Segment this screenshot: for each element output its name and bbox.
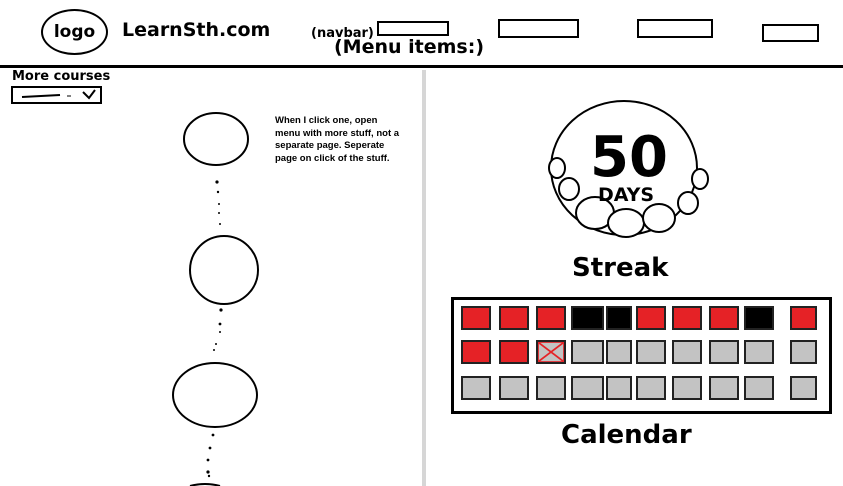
calendar-day[interactable]: [606, 376, 632, 400]
calendar-day[interactable]: [790, 340, 817, 364]
calendar-day-today[interactable]: [536, 340, 566, 364]
calendar-day[interactable]: [636, 376, 666, 400]
calendar-day[interactable]: [744, 306, 774, 330]
course-node-3[interactable]: [172, 362, 258, 428]
calendar-day[interactable]: [790, 306, 817, 330]
menu-item-1[interactable]: [377, 21, 449, 36]
menu-item-4[interactable]: [762, 24, 819, 42]
logo-text: logo: [53, 22, 96, 42]
calendar-day[interactable]: [672, 340, 702, 364]
calendar-day[interactable]: [606, 340, 632, 364]
calendar-day[interactable]: [536, 306, 566, 330]
calendar-day[interactable]: [571, 376, 604, 400]
calendar-day[interactable]: [536, 376, 566, 400]
column-divider: [422, 70, 426, 486]
calendar-day[interactable]: [461, 376, 491, 400]
menu-items-annotation: (Menu items:): [334, 36, 485, 58]
course-note: When I click one, open menu with more st…: [275, 115, 400, 164]
calendar-day[interactable]: [571, 306, 604, 330]
course-node-2[interactable]: [189, 235, 259, 305]
site-name[interactable]: LearnSth.com: [122, 19, 270, 41]
cross-mark-icon: [538, 342, 564, 362]
calendar-day[interactable]: [709, 376, 739, 400]
course-node-1[interactable]: [183, 112, 249, 166]
menu-item-2[interactable]: [498, 19, 579, 38]
streak-count: 50: [590, 125, 668, 190]
calendar-day[interactable]: [499, 376, 529, 400]
calendar-day[interactable]: [499, 340, 529, 364]
calendar-day[interactable]: [790, 376, 817, 400]
navbar-divider: [0, 65, 843, 68]
calendar-day[interactable]: [709, 306, 739, 330]
calendar-day[interactable]: [571, 340, 604, 364]
calendar-day[interactable]: [606, 306, 632, 330]
streak-unit: DAYS: [597, 184, 655, 206]
streak-title: Streak: [572, 253, 669, 283]
calendar-day[interactable]: [744, 340, 774, 364]
calendar-day[interactable]: [709, 340, 739, 364]
calendar-day[interactable]: [499, 306, 529, 330]
calendar-day[interactable]: [636, 306, 666, 330]
calendar-title: Calendar: [561, 420, 692, 450]
path-dots: [206, 180, 223, 478]
menu-item-3[interactable]: [637, 19, 713, 38]
calendar-day[interactable]: [636, 340, 666, 364]
calendar-day[interactable]: [672, 376, 702, 400]
calendar-grid: [451, 297, 832, 414]
calendar-day[interactable]: [744, 376, 774, 400]
logo[interactable]: logo: [41, 9, 108, 55]
calendar-day[interactable]: [461, 340, 491, 364]
calendar-day[interactable]: [672, 306, 702, 330]
calendar-day[interactable]: [461, 306, 491, 330]
